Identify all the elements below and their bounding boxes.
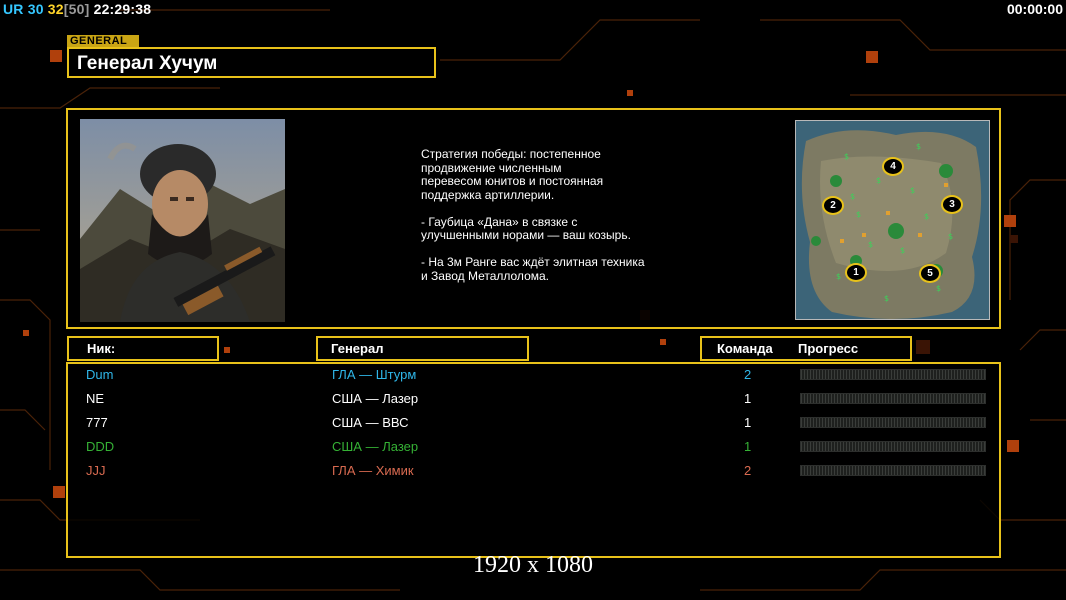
player-row[interactable]: DDD США — Лазер 1 (68, 436, 999, 460)
player-team: 1 (744, 415, 752, 430)
player-team: 1 (744, 391, 752, 406)
header-nick: Ник: (67, 336, 219, 361)
player-general: США — ВВС (332, 415, 409, 430)
player-row[interactable]: NE США — Лазер 1 (68, 388, 999, 412)
header-progress-label: Прогресс (798, 341, 859, 356)
player-row[interactable]: Dum ГЛА — Штурм 2 (68, 364, 999, 388)
general-name: Генерал Хучум (77, 53, 218, 74)
resolution-label: 1920 x 1080 (473, 552, 593, 578)
strategy-description: Стратегия победы: постепенное продвижени… (421, 147, 645, 283)
map-position-marker: 2 (822, 196, 844, 215)
player-team: 2 (744, 367, 752, 382)
svg-text:$: $ (924, 212, 929, 221)
svg-text:$: $ (844, 152, 849, 161)
player-row[interactable]: JJJ ГЛА — Химик 2 (68, 460, 999, 484)
hud-clock: 22:29:38 (93, 1, 152, 17)
svg-text:$: $ (876, 176, 881, 185)
header-general: Генерал (316, 336, 529, 361)
hud-ur-label: UR (3, 1, 24, 17)
player-progress-bar (800, 393, 986, 404)
player-progress-bar (800, 465, 986, 476)
player-nick: 777 (86, 415, 108, 430)
header-team-label: Команда (717, 341, 773, 356)
map-position-marker: 3 (941, 195, 963, 214)
svg-text:$: $ (916, 142, 921, 151)
svg-text:$: $ (856, 210, 861, 219)
player-general: США — Лазер (332, 439, 419, 454)
player-general: США — Лазер (332, 391, 419, 406)
players-table: Dum ГЛА — Штурм 2 NE США — Лазер 1 777 С… (66, 362, 1001, 558)
player-general: ГЛА — Химик (332, 463, 414, 478)
hud-value-1: 30 (27, 1, 44, 17)
player-general: ГЛА — Штурм (332, 367, 417, 382)
player-team: 2 (744, 463, 752, 478)
svg-text:$: $ (900, 246, 905, 255)
header-team-progress: Команда Прогресс (700, 336, 912, 361)
map-preview[interactable]: $$$ $$$ $$$ $$$ $$$ 4 2 3 1 5 (795, 120, 990, 320)
svg-text:$: $ (948, 232, 953, 241)
header-nick-label: Ник: (87, 341, 116, 356)
player-progress-bar (800, 369, 986, 380)
general-title-box: Генерал Хучум (67, 47, 436, 78)
map-position-marker: 4 (882, 157, 904, 176)
player-nick: NE (86, 391, 105, 406)
svg-text:$: $ (868, 240, 873, 249)
svg-text:$: $ (850, 192, 855, 201)
hud-stats: UR 30 32[50] 22:29:38 (3, 1, 151, 17)
map-image: $$$ $$$ $$$ $$$ $$$ (796, 121, 989, 319)
map-position-marker: 5 (919, 264, 941, 283)
player-row[interactable]: 777 США — ВВС 1 (68, 412, 999, 436)
player-nick: DDD (86, 439, 115, 454)
hud-bracket-value: [50] (63, 1, 90, 17)
player-progress-bar (800, 417, 986, 428)
hud-value-2: 32 (47, 1, 64, 17)
player-team: 1 (744, 439, 752, 454)
svg-text:$: $ (936, 284, 941, 293)
general-portrait (80, 119, 285, 322)
player-progress-bar (800, 441, 986, 452)
svg-text:$: $ (836, 272, 841, 281)
portrait-image (80, 119, 285, 322)
map-position-marker: 1 (845, 263, 867, 282)
general-info-panel: Стратегия победы: постепенное продвижени… (66, 108, 1001, 329)
player-nick: JJJ (86, 463, 106, 478)
header-general-label: Генерал (331, 341, 384, 356)
svg-text:$: $ (910, 186, 915, 195)
player-nick: Dum (86, 367, 114, 382)
svg-text:$: $ (884, 294, 889, 303)
hud-timer: 00:00:00 (1006, 1, 1063, 17)
